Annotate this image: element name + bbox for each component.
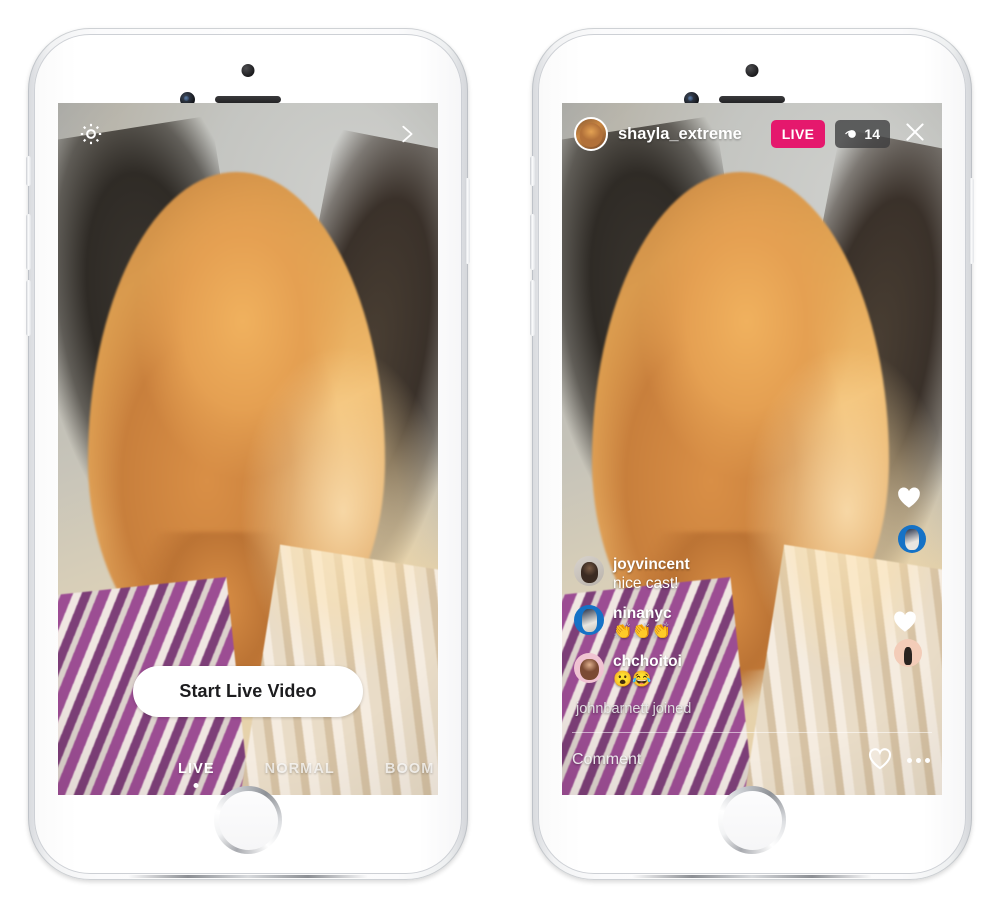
chevron-right-icon[interactable] bbox=[396, 121, 418, 147]
composer-overlay: Start Live Video LIVE NORMAL BOOM bbox=[58, 103, 438, 795]
avatar[interactable] bbox=[574, 556, 604, 587]
comment-username[interactable]: joyvincent bbox=[613, 556, 690, 574]
avatar[interactable] bbox=[574, 604, 604, 635]
viewer-count-value: 14 bbox=[864, 126, 880, 142]
device-bottom-trim bbox=[128, 875, 368, 878]
device-bottom-trim bbox=[632, 875, 872, 878]
comment-input[interactable]: Comment bbox=[572, 751, 867, 769]
mode-normal[interactable]: NORMAL bbox=[265, 761, 335, 777]
composer-top-bar bbox=[58, 103, 438, 165]
close-icon[interactable] bbox=[900, 119, 928, 150]
power-button[interactable] bbox=[969, 178, 974, 264]
comment-text: nice cast! bbox=[613, 574, 679, 592]
avatar[interactable] bbox=[574, 117, 608, 151]
front-camera-icon bbox=[241, 64, 255, 77]
volume-up-button[interactable] bbox=[530, 214, 535, 270]
ring-switch[interactable] bbox=[26, 156, 31, 186]
comment-text: 😮😂 bbox=[613, 671, 652, 689]
viewer-count-badge[interactable]: 14 bbox=[835, 120, 890, 148]
join-notice: johnbarnett joined bbox=[576, 701, 692, 717]
phone-screen-left: Start Live Video LIVE NORMAL BOOM bbox=[58, 103, 438, 795]
volume-down-button[interactable] bbox=[26, 280, 31, 336]
phone-device-right: shayla_extreme LIVE 14 joyvincent nice c… bbox=[530, 28, 974, 880]
start-live-video-button[interactable]: Start Live Video bbox=[133, 666, 363, 717]
heart-outline-icon[interactable] bbox=[867, 745, 907, 776]
reaction-avatar bbox=[898, 525, 926, 553]
gear-icon[interactable] bbox=[78, 121, 104, 147]
home-button[interactable] bbox=[718, 786, 786, 854]
live-comments-list: joyvincent nice cast! ninanyc 👏👏👏 chchoi… bbox=[574, 556, 852, 717]
start-live-video-wrap: Start Live Video bbox=[58, 666, 438, 717]
comment-username[interactable]: ninanyc bbox=[613, 605, 672, 623]
comment-text: 👏👏👏 bbox=[613, 622, 671, 640]
live-header: shayla_extreme LIVE 14 bbox=[562, 103, 942, 165]
front-camera-icon bbox=[745, 64, 759, 77]
ring-switch[interactable] bbox=[530, 156, 535, 186]
list-item: joyvincent nice cast! bbox=[574, 556, 852, 593]
home-button[interactable] bbox=[214, 786, 282, 854]
status-badge-live: LIVE bbox=[770, 120, 826, 148]
list-item: ninanyc 👏👏👏 bbox=[574, 604, 852, 642]
broadcaster-username[interactable]: shayla_extreme bbox=[618, 125, 761, 144]
heart-icon bbox=[892, 609, 918, 633]
more-options-icon[interactable] bbox=[907, 757, 930, 763]
earpiece-speaker bbox=[215, 96, 281, 103]
live-overlay: shayla_extreme LIVE 14 joyvincent nice c… bbox=[562, 103, 942, 795]
reaction-avatar bbox=[894, 639, 922, 667]
phone-device-left: Start Live Video LIVE NORMAL BOOM bbox=[26, 28, 470, 880]
list-item: chchoitoi 😮😂 bbox=[574, 652, 852, 690]
screenshot-stage: Start Live Video LIVE NORMAL BOOM shayla… bbox=[0, 0, 1000, 908]
mode-boomerang[interactable]: BOOM bbox=[385, 761, 435, 777]
floating-reactions bbox=[870, 479, 936, 709]
volume-down-button[interactable] bbox=[530, 280, 535, 336]
volume-up-button[interactable] bbox=[26, 214, 31, 270]
mode-live[interactable]: LIVE bbox=[178, 761, 215, 777]
power-button[interactable] bbox=[465, 178, 470, 264]
comment-username[interactable]: chchoitoi bbox=[613, 653, 682, 671]
eye-icon bbox=[845, 130, 857, 138]
phone-screen-right: shayla_extreme LIVE 14 joyvincent nice c… bbox=[562, 103, 942, 795]
camera-mode-selector: LIVE NORMAL BOOM bbox=[58, 761, 438, 777]
comment-bar: Comment bbox=[572, 732, 932, 787]
earpiece-speaker bbox=[719, 96, 785, 103]
avatar[interactable] bbox=[574, 652, 604, 683]
heart-icon bbox=[896, 485, 922, 509]
